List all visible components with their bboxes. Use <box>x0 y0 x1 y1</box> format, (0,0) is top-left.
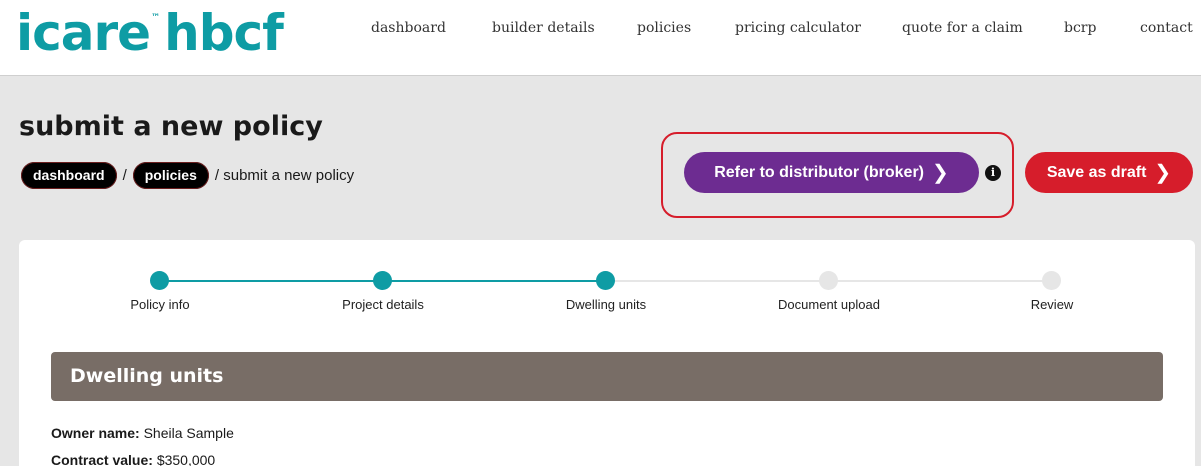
contract-value-field: Contract value: $350,000 <box>51 452 215 466</box>
refer-to-distributor-button[interactable]: Refer to distributor (broker) ❯ <box>684 152 979 193</box>
contract-value-label: Contract value: <box>51 452 153 466</box>
nav-bcrp[interactable]: bcrp <box>1064 20 1096 36</box>
logo-trademark: ™ <box>151 13 161 23</box>
top-navigation-bar: icare ™ hbcf dashboard builder details p… <box>0 0 1201 76</box>
save-as-draft-button[interactable]: Save as draft ❯ <box>1025 152 1193 193</box>
breadcrumb: dashboard / policies / submit a new poli… <box>21 161 360 189</box>
step-dot-review <box>1042 271 1061 290</box>
step-dot-dwelling-units[interactable] <box>596 271 615 290</box>
step-dot-project-details[interactable] <box>373 271 392 290</box>
breadcrumb-separator: / <box>122 166 127 184</box>
step-label-project-details: Project details <box>342 297 424 312</box>
contract-value-value: $350,000 <box>156 452 216 466</box>
logo-main-text: icare <box>16 4 151 62</box>
refer-button-label: Refer to distributor (broker) <box>714 163 925 181</box>
owner-name-field: Owner name: Sheila Sample <box>51 425 234 441</box>
step-dot-document-upload <box>819 271 838 290</box>
owner-name-value: Sheila Sample <box>143 425 234 441</box>
nav-policies[interactable]: policies <box>637 20 691 36</box>
section-header-dwelling-units: Dwelling units <box>51 352 1163 401</box>
nav-builder-details[interactable]: builder details <box>492 20 595 36</box>
draft-button-label: Save as draft <box>1046 163 1147 181</box>
page-title: submit a new policy <box>19 111 323 142</box>
nav-quote-for-a-claim[interactable]: quote for a claim <box>902 20 1023 36</box>
breadcrumb-policies[interactable]: policies <box>132 161 209 189</box>
chevron-right-icon: ❯ <box>1154 162 1172 184</box>
step-label-review: Review <box>1030 297 1074 312</box>
icare-hbcf-logo[interactable]: icare ™ hbcf <box>16 4 284 64</box>
info-icon[interactable]: i <box>985 165 1001 181</box>
breadcrumb-current: / submit a new policy <box>214 166 355 184</box>
nav-contact[interactable]: contact <box>1140 20 1193 36</box>
step-dot-policy-info[interactable] <box>150 271 169 290</box>
step-label-dwelling-units: Dwelling units <box>565 297 647 312</box>
nav-pricing-calculator[interactable]: pricing calculator <box>735 20 861 36</box>
logo-sub-text: hbcf <box>164 4 284 62</box>
chevron-right-icon: ❯ <box>932 162 949 184</box>
breadcrumb-dashboard[interactable]: dashboard <box>21 161 117 189</box>
step-label-policy-info: Policy info <box>130 297 190 312</box>
policy-form-card: Policy info Project details Dwelling uni… <box>19 240 1195 466</box>
step-label-document-upload: Document upload <box>778 297 880 312</box>
owner-name-label: Owner name: <box>51 425 140 441</box>
nav-dashboard[interactable]: dashboard <box>371 20 446 36</box>
